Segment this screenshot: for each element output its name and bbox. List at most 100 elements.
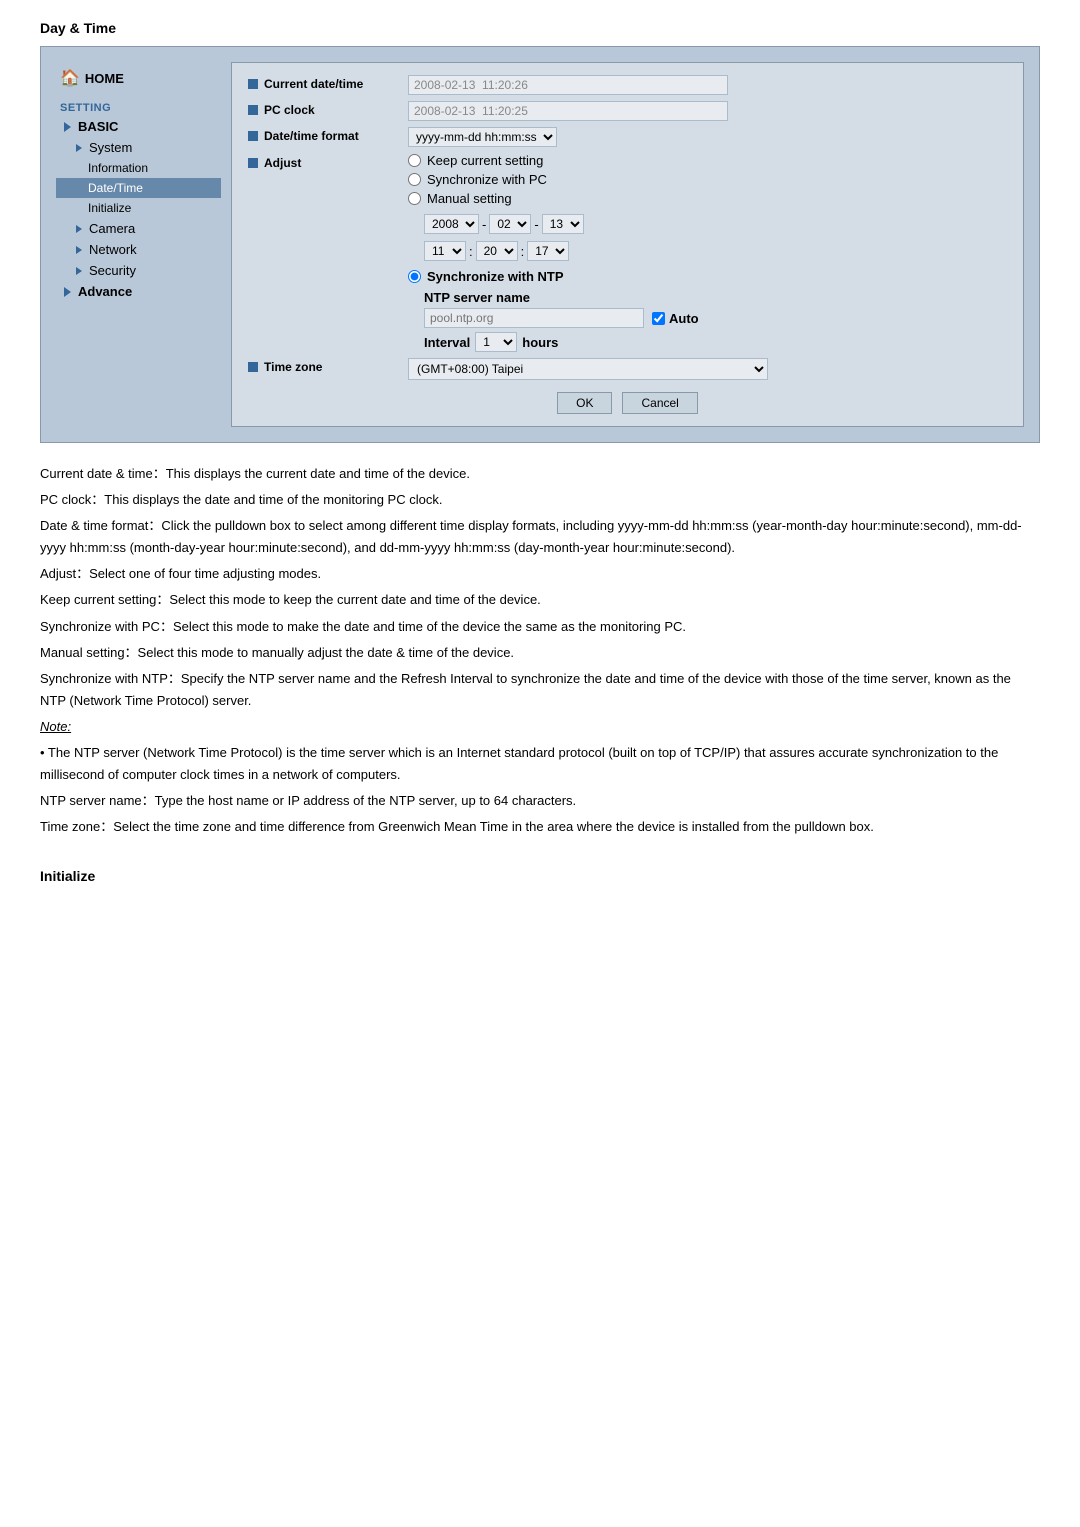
datetime-format-row: Date/time format yyyy-mm-dd hh:mm:ss mm-… <box>248 127 1007 147</box>
sidebar-item-information[interactable]: Information <box>56 158 221 178</box>
arrow-icon-network <box>76 246 82 254</box>
home-label: HOME <box>85 71 124 86</box>
advance-label: Advance <box>78 284 132 299</box>
initialize-label: Initialize <box>88 201 131 215</box>
system-label: System <box>89 140 132 155</box>
square-icon-2 <box>248 105 258 115</box>
arrow-icon-security <box>76 267 82 275</box>
hour-select[interactable]: 00010203040506070809101112 <box>424 241 466 261</box>
radio-keep-label: Keep current setting <box>427 153 543 168</box>
main-panel: 🏠 HOME SETTING BASIC System Information … <box>40 46 1040 443</box>
desc-note-body: • The NTP server (Network Time Protocol)… <box>40 742 1040 786</box>
desc-pc-clock: PC clock：This displays the date and time… <box>40 489 1040 511</box>
desc-ntp-server: NTP server name：Type the host name or IP… <box>40 790 1040 812</box>
information-label: Information <box>88 161 148 175</box>
dot-month: - <box>534 217 538 232</box>
square-icon-5 <box>248 362 258 372</box>
adjust-label: Adjust <box>248 153 408 170</box>
sidebar-item-basic[interactable]: BASIC <box>56 116 221 137</box>
radio-ntp-row: Synchronize with NTP <box>408 269 1007 284</box>
ntp-input-row: Auto <box>424 308 1007 328</box>
current-datetime-row: Current date/time <box>248 75 1007 95</box>
time-selectors: 00010203040506070809101112 : 00051015202… <box>424 241 1007 261</box>
desc-keep-current: Keep current setting：Select this mode to… <box>40 589 1040 611</box>
datetime-format-select[interactable]: yyyy-mm-dd hh:mm:ss mm-dd-yyyy hh:mm:ss … <box>408 127 557 147</box>
content-area: Current date/time PC clock Date/time for… <box>231 62 1024 427</box>
radio-manual[interactable] <box>408 192 421 205</box>
arrow-icon-camera <box>76 225 82 233</box>
network-label: Network <box>89 242 137 257</box>
desc-section: Current date & time：This displays the cu… <box>40 463 1040 838</box>
bottom-section-title: Initialize <box>40 868 1040 884</box>
date-selectors: 200820072009 - 010203040506070809101112 … <box>424 214 1007 234</box>
square-icon-4 <box>248 158 258 168</box>
timezone-label: Time zone <box>248 358 408 374</box>
desc-current-datetime: Current date & time：This displays the cu… <box>40 463 1040 485</box>
auto-label: Auto <box>669 311 699 326</box>
square-icon-3 <box>248 131 258 141</box>
desc-manual: Manual setting：Select this mode to manua… <box>40 642 1040 664</box>
ntp-server-name-label: NTP server name <box>424 290 1007 305</box>
radio-manual-label: Manual setting <box>427 191 512 206</box>
sidebar-item-camera[interactable]: Camera <box>56 218 221 239</box>
security-label: Security <box>89 263 136 278</box>
pc-clock-row: PC clock <box>248 101 1007 121</box>
camera-label: Camera <box>89 221 135 236</box>
sidebar-item-system[interactable]: System <box>56 137 221 158</box>
radio-keep-row: Keep current setting <box>408 153 1007 168</box>
basic-label: BASIC <box>78 119 118 134</box>
datetime-format-label: Date/time format <box>248 127 408 143</box>
radio-group: Keep current setting Synchronize with PC… <box>408 153 1007 352</box>
ntp-section: NTP server name Auto Interval 12345101 <box>424 290 1007 352</box>
second-select[interactable]: 000102030405060708091011121314151617 <box>527 241 569 261</box>
adjust-row: Adjust Keep current setting Synchronize … <box>248 153 1007 352</box>
desc-timezone: Time zone：Select the time zone and time … <box>40 816 1040 838</box>
page-title: Day & Time <box>40 20 1040 36</box>
desc-note-title: Note: <box>40 716 1040 738</box>
month-select[interactable]: 010203040506070809101112 <box>489 214 531 234</box>
radio-syncpc[interactable] <box>408 173 421 186</box>
sidebar-item-datetime[interactable]: Date/Time <box>56 178 221 198</box>
arrow-icon-system <box>76 144 82 152</box>
sidebar-item-advance[interactable]: Advance <box>56 281 221 302</box>
dot-year: - <box>482 217 486 232</box>
auto-checkbox[interactable] <box>652 312 665 325</box>
sidebar: 🏠 HOME SETTING BASIC System Information … <box>56 62 231 427</box>
sidebar-item-security[interactable]: Security <box>56 260 221 281</box>
timezone-row: Time zone (GMT+08:00) Taipei (GMT+00:00)… <box>248 358 1007 380</box>
colon-hour: : <box>469 244 473 259</box>
arrow-icon-advance <box>64 287 71 297</box>
ok-button[interactable]: OK <box>557 392 612 414</box>
square-icon-1 <box>248 79 258 89</box>
cancel-button[interactable]: Cancel <box>622 392 697 414</box>
minute-select[interactable]: 00051015202530 <box>476 241 518 261</box>
colon-min: : <box>521 244 525 259</box>
interval-select[interactable]: 12345101224 <box>475 332 517 352</box>
radio-keep[interactable] <box>408 154 421 167</box>
hours-label: hours <box>522 335 558 350</box>
desc-adjust: Adjust：Select one of four time adjusting… <box>40 563 1040 585</box>
radio-ntp-label: Synchronize with NTP <box>427 269 564 284</box>
home-icon: 🏠 <box>60 68 80 88</box>
datetime-label: Date/Time <box>88 181 143 195</box>
day-select[interactable]: 010203040506070809101112131415 <box>542 214 584 234</box>
sidebar-item-initialize[interactable]: Initialize <box>56 198 221 218</box>
desc-sync-ntp: Synchronize with NTP：Specify the NTP ser… <box>40 668 1040 712</box>
radio-syncpc-label: Synchronize with PC <box>427 172 547 187</box>
radio-ntp[interactable] <box>408 270 421 283</box>
pc-clock-input[interactable] <box>408 101 728 121</box>
sidebar-item-network[interactable]: Network <box>56 239 221 260</box>
desc-sync-pc: Synchronize with PC：Select this mode to … <box>40 616 1040 638</box>
pc-clock-label: PC clock <box>248 101 408 117</box>
btn-row: OK Cancel <box>248 392 1007 414</box>
year-select[interactable]: 200820072009 <box>424 214 479 234</box>
sidebar-home[interactable]: 🏠 HOME <box>56 62 221 94</box>
current-datetime-value <box>408 75 1007 95</box>
ntp-server-input[interactable] <box>424 308 644 328</box>
timezone-select[interactable]: (GMT+08:00) Taipei (GMT+00:00) UTC (GMT-… <box>408 358 768 380</box>
adjust-value: Keep current setting Synchronize with PC… <box>408 153 1007 352</box>
arrow-icon-basic <box>64 122 71 132</box>
current-datetime-input[interactable] <box>408 75 728 95</box>
radio-syncpc-row: Synchronize with PC <box>408 172 1007 187</box>
current-datetime-label: Current date/time <box>248 75 408 91</box>
